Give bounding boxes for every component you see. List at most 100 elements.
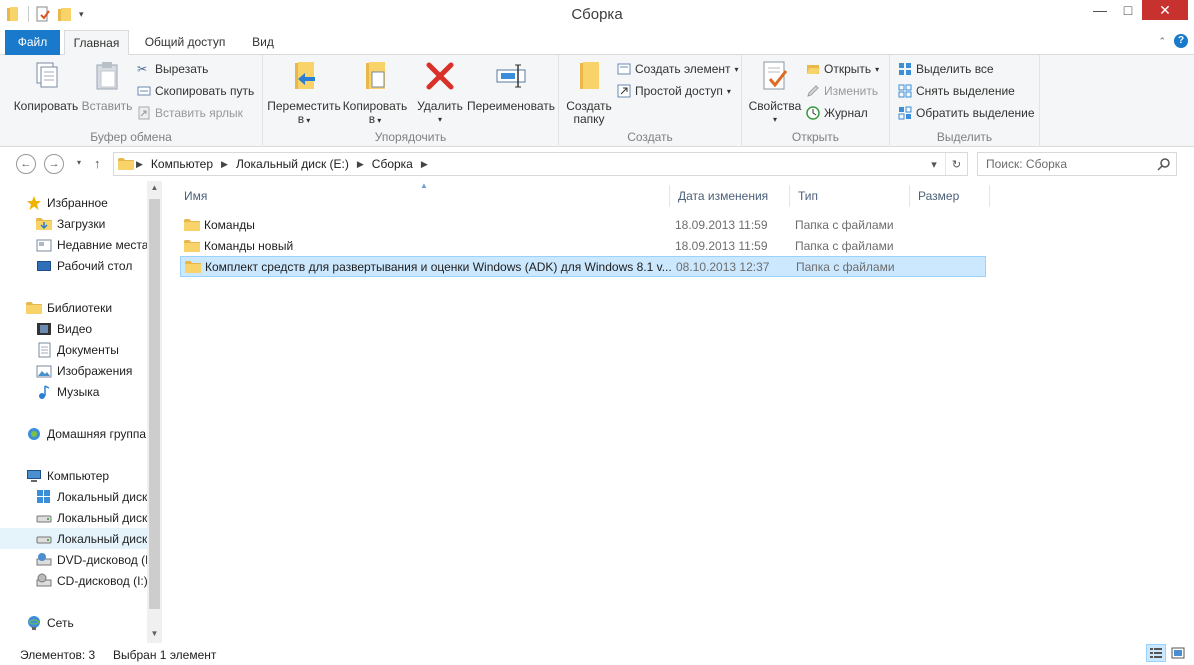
nav-music[interactable]: Музыка [0, 381, 147, 402]
nav-homegroup[interactable]: Домашняя группа [0, 423, 147, 444]
large-icons-view-button[interactable] [1168, 644, 1188, 662]
downloads-folder-icon [36, 216, 52, 232]
edit-button[interactable]: Изменить [806, 81, 878, 101]
cut-button[interactable]: ✂ Вырезать [137, 59, 208, 79]
chevron-down-icon: ▾ [772, 115, 777, 124]
folder-icon [185, 260, 201, 274]
file-row[interactable]: Команды 18.09.2013 11:59 Папка с файлами [180, 214, 986, 235]
breadcrumb-disk-e[interactable]: Локальный диск (E:) [230, 157, 355, 171]
nav-cd-label: CD-дисковод (I:) [57, 573, 147, 588]
file-type: Папка с файлами [795, 217, 894, 232]
column-header-date[interactable]: Дата изменения [670, 185, 790, 207]
up-button[interactable]: ↑ [94, 156, 101, 171]
nav-network[interactable]: Сеть [0, 612, 147, 633]
refresh-icon[interactable]: ↻ [945, 153, 967, 175]
address-bar[interactable]: ▶ Компьютер ▶ Локальный диск (E:) ▶ Сбор… [113, 152, 968, 176]
tab-view[interactable]: Вид [245, 30, 281, 55]
new-item-button[interactable]: Создать элемент ▾ [617, 59, 739, 79]
edit-label: Изменить [824, 84, 879, 98]
breadcrumb-sborka[interactable]: Сборка [366, 157, 419, 171]
recent-locations-icon[interactable]: ▾ [77, 158, 81, 167]
nav-cd[interactable]: CD-дисковод (I:) [0, 570, 147, 591]
copy-button[interactable]: Копировать [10, 59, 82, 113]
nav-libraries[interactable]: Библиотеки [0, 297, 147, 318]
search-input[interactable]: Поиск: Сборка [977, 152, 1177, 176]
copy-path-button[interactable]: Скопировать путь [137, 81, 254, 101]
nav-favorites[interactable]: Избранное [0, 192, 147, 213]
nav-disk-c[interactable]: Локальный диск [0, 486, 147, 507]
nav-computer[interactable]: Компьютер [0, 465, 147, 486]
easy-access-button[interactable]: Простой доступ ▾ [617, 81, 731, 101]
close-button[interactable]: ✕ [1142, 0, 1188, 20]
properties-button[interactable]: Свойства ▾ [746, 59, 804, 126]
tab-file[interactable]: Файл [5, 30, 60, 55]
group-clipboard: Копировать Вставить ✂ Вырезать Скопирова… [0, 55, 263, 147]
forward-button[interactable]: → [44, 154, 64, 174]
nav-desktop[interactable]: Рабочий стол [0, 255, 147, 276]
file-row-selected[interactable]: Комплект средств для развертывания и оце… [180, 256, 986, 277]
cd-drive-icon [36, 573, 52, 586]
column-header-size[interactable]: Размер [910, 185, 990, 207]
invert-selection-button[interactable]: Обратить выделение [898, 103, 1035, 123]
invert-selection-icon [898, 106, 912, 120]
address-controls: ▾ ↻ [923, 153, 967, 175]
paste-label: Вставить [81, 99, 133, 113]
nav-scrollbar[interactable]: ▲ ▼ [147, 181, 162, 643]
nav-documents[interactable]: Документы [0, 339, 147, 360]
minimize-button[interactable]: — [1086, 0, 1114, 20]
properties-label: Свойства [748, 99, 802, 113]
move-to-button[interactable]: Переместить в ▾ [267, 59, 341, 127]
nav-disk-e[interactable]: Локальный диск [0, 528, 147, 549]
select-all-button[interactable]: Выделить все [898, 59, 994, 79]
breadcrumb-computer[interactable]: Компьютер [145, 157, 219, 171]
nav-downloads[interactable]: Загрузки [0, 213, 147, 234]
folder-icon [118, 157, 134, 171]
select-none-button[interactable]: Снять выделение [898, 81, 1015, 101]
nav-pictures[interactable]: Изображения [0, 360, 147, 381]
paste-shortcut-button[interactable]: Вставить ярлык [137, 103, 243, 123]
details-view-button[interactable] [1146, 644, 1166, 662]
window-controls: — □ ✕ [1086, 0, 1188, 20]
pictures-icon [36, 365, 52, 377]
column-header-name[interactable]: Имя [176, 185, 670, 207]
navigation-pane: Избранное Загрузки Недавние места Рабочи… [0, 181, 162, 643]
selection-count: Выбран 1 элемент [113, 648, 217, 662]
nav-disk-d[interactable]: Локальный диск [0, 507, 147, 528]
tab-share[interactable]: Общий доступ [140, 30, 230, 55]
search-icon[interactable] [1157, 157, 1171, 171]
breadcrumb-separator-icon[interactable]: ▶ [419, 159, 430, 170]
open-button[interactable]: Открыть ▾ [806, 59, 879, 79]
copy-to-button[interactable]: Копировать в ▾ [339, 59, 411, 127]
delete-button[interactable]: Удалить ▾ [415, 59, 465, 126]
nav-pictures-label: Изображения [57, 363, 133, 378]
file-row[interactable]: Команды новый 18.09.2013 11:59 Папка с ф… [180, 235, 986, 256]
scroll-down-icon[interactable]: ▼ [149, 629, 160, 641]
tab-home[interactable]: Главная [64, 30, 129, 56]
homegroup-icon [28, 427, 40, 440]
breadcrumb-separator-icon[interactable]: ▶ [355, 159, 366, 170]
help-icon[interactable]: ? [1174, 34, 1188, 48]
rename-button[interactable]: Переименовать [465, 59, 557, 113]
new-folder-button[interactable]: Создать папку [563, 59, 615, 126]
scroll-thumb[interactable] [149, 199, 160, 609]
nav-recent[interactable]: Недавние места [0, 234, 147, 255]
item-count: Элементов: 3 [20, 648, 96, 662]
select-none-label: Снять выделение [916, 84, 1015, 98]
history-label: Журнал [824, 106, 868, 120]
column-header-type[interactable]: Тип [790, 185, 910, 207]
chevron-down-icon: ▾ [726, 86, 731, 96]
scroll-up-icon[interactable]: ▲ [149, 183, 160, 195]
delete-label: Удалить [417, 99, 463, 113]
history-button[interactable]: Журнал [806, 103, 868, 123]
collapse-ribbon-icon[interactable]: ⌃ [1158, 36, 1166, 47]
nav-video[interactable]: Видео [0, 318, 147, 339]
back-button[interactable]: ← [16, 154, 36, 174]
large-icons-view-icon [1171, 647, 1185, 659]
nav-dvd[interactable]: DVD-дисковод (H [0, 549, 147, 570]
breadcrumb-separator-icon[interactable]: ▶ [219, 159, 230, 170]
maximize-button[interactable]: □ [1114, 0, 1142, 20]
address-history-icon[interactable]: ▾ [923, 153, 945, 175]
breadcrumb-separator-icon[interactable]: ▶ [134, 159, 145, 170]
edit-icon [807, 85, 819, 97]
paste-button[interactable]: Вставить [80, 59, 134, 113]
